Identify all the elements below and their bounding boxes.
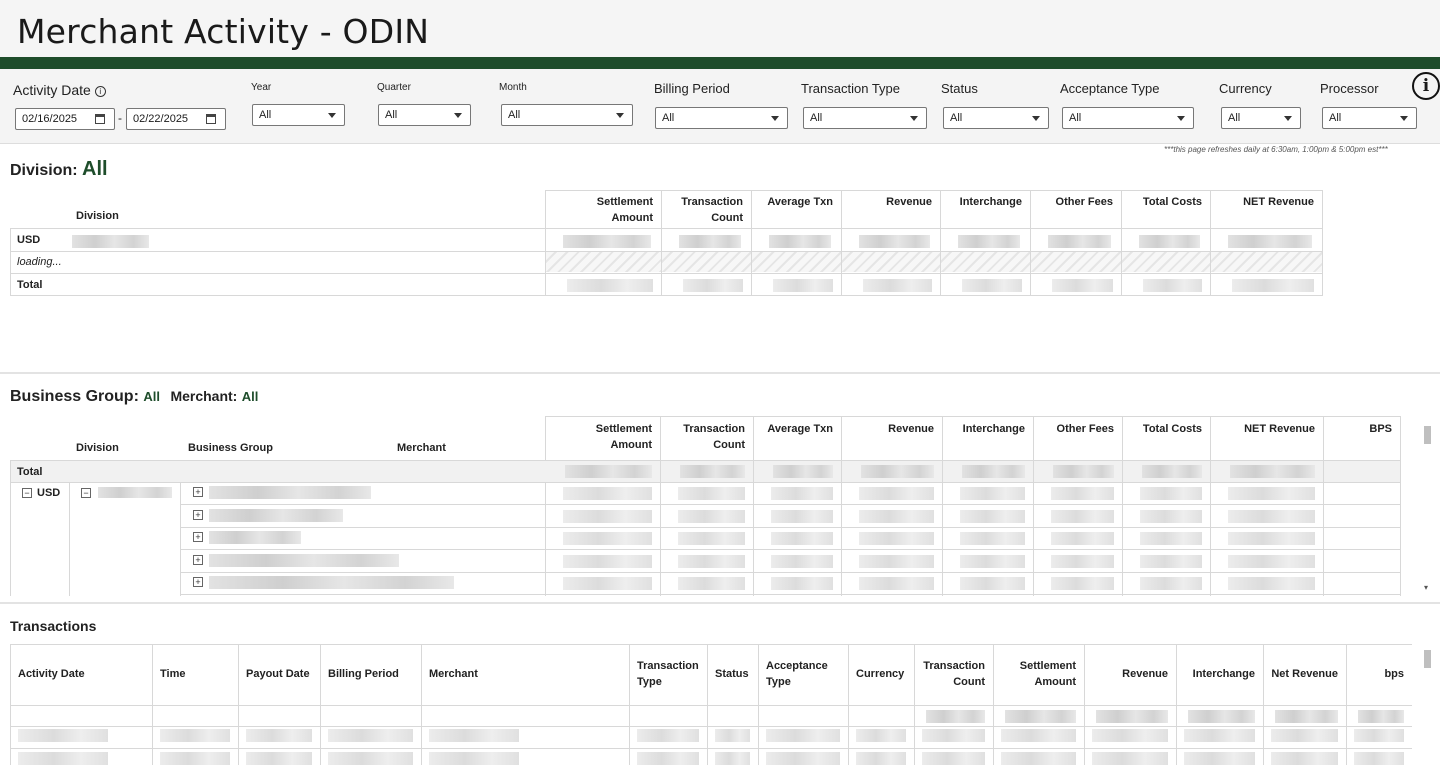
merchant-value: All — [241, 389, 259, 404]
tx-col-header[interactable]: Activity Date — [18, 666, 144, 682]
division-row-loading: loading... — [17, 256, 62, 268]
business-group-value: All — [143, 389, 160, 404]
bg-col-header[interactable]: Settlement Amount — [545, 421, 652, 453]
tx-col-header[interactable]: Settlement Amount — [1001, 658, 1076, 690]
tx-col-header[interactable]: Transaction Count — [922, 658, 985, 690]
calendar-icon[interactable] — [206, 114, 216, 124]
scrollbar-thumb[interactable] — [1424, 426, 1431, 444]
month-select[interactable]: All — [501, 104, 633, 126]
processor-label: Processor — [1320, 81, 1379, 96]
tx-col-header[interactable]: Transaction Type — [637, 658, 699, 690]
tx-col-header[interactable]: Interchange — [1184, 666, 1255, 682]
division-title: Division: All — [10, 158, 108, 180]
division-column-header: Division — [76, 210, 119, 222]
tx-col-header[interactable]: Revenue — [1092, 666, 1168, 682]
year-label: Year — [251, 82, 272, 93]
bg-currency-usd: USD — [37, 487, 61, 499]
bg-col-header[interactable]: Average Txn — [753, 421, 833, 437]
expand-icon[interactable]: + — [193, 532, 203, 542]
division-col-header[interactable]: Interchange — [940, 194, 1022, 210]
tx-col-header[interactable]: Currency — [856, 666, 906, 682]
collapse-icon[interactable]: − — [22, 488, 32, 498]
page-header: Merchant Activity - ODIN — [0, 0, 1440, 57]
currency-select[interactable]: All — [1221, 107, 1301, 129]
tx-col-header[interactable]: Billing Period — [328, 666, 413, 682]
scroll-down-icon[interactable]: ▾ — [1424, 583, 1428, 592]
expand-icon[interactable]: + — [193, 509, 203, 520]
division-row-usd: USD — [17, 234, 41, 246]
division-col-header[interactable]: NET Revenue — [1210, 194, 1314, 210]
expand-icon[interactable]: + — [193, 487, 203, 497]
division-col-header[interactable]: Other Fees — [1030, 194, 1113, 210]
header-accent-bar — [0, 57, 1440, 69]
calendar-icon[interactable] — [95, 114, 105, 124]
chevron-down-icon — [616, 113, 624, 118]
transaction-type-label: Transaction Type — [801, 81, 900, 96]
info-icon[interactable]: i — [94, 86, 106, 97]
chevron-down-icon — [328, 113, 336, 118]
bg-col-header[interactable]: Transaction Count — [660, 421, 745, 453]
date-range-separator: - — [118, 111, 122, 125]
chevron-down-icon — [1400, 116, 1408, 121]
info-icon[interactable]: i — [1412, 72, 1440, 100]
bg-merchant-header: Merchant — [397, 442, 446, 454]
processor-select[interactable]: All — [1322, 107, 1417, 129]
bg-col-header[interactable]: Interchange — [942, 421, 1025, 437]
collapse-icon[interactable]: − — [81, 488, 91, 498]
activity-date-label: Activity Date i — [13, 82, 106, 98]
year-select[interactable]: All — [252, 104, 345, 126]
refresh-note: ***this page refreshes daily at 6:30am, … — [1164, 145, 1388, 154]
acceptance-type-select[interactable]: All — [1062, 107, 1194, 129]
acceptance-type-label: Acceptance Type — [1060, 81, 1160, 96]
transaction-type-select[interactable]: All — [803, 107, 927, 129]
scrollbar-thumb[interactable] — [1424, 650, 1431, 668]
chevron-down-icon — [454, 113, 462, 118]
bg-col-header[interactable]: Revenue — [841, 421, 934, 437]
division-col-header[interactable]: Settlement Amount — [545, 194, 653, 226]
tx-col-header[interactable]: Status — [715, 666, 750, 682]
bg-business-group-header: Business Group — [188, 442, 273, 454]
chevron-down-icon — [1177, 116, 1185, 121]
bg-col-header[interactable]: NET Revenue — [1210, 421, 1315, 437]
filter-bar: Activity Date i 02/16/2025 - 02/22/2025 Y… — [0, 69, 1440, 144]
billing-period-select[interactable]: All — [655, 107, 788, 129]
tx-col-header[interactable]: Acceptance Type — [766, 658, 840, 690]
status-select[interactable]: All — [943, 107, 1049, 129]
chevron-down-icon — [771, 116, 779, 121]
month-label: Month — [499, 82, 527, 93]
tx-col-header[interactable]: Time — [160, 666, 230, 682]
tx-col-header[interactable]: Payout Date — [246, 666, 312, 682]
division-col-header[interactable]: Total Costs — [1121, 194, 1202, 210]
tx-col-header[interactable]: bps — [1354, 666, 1404, 682]
bg-col-header[interactable]: BPS — [1323, 421, 1392, 437]
bg-col-header[interactable]: Total Costs — [1122, 421, 1202, 437]
billing-period-label: Billing Period — [654, 81, 730, 96]
quarter-label: Quarter — [377, 82, 411, 93]
bg-total-row: Total — [17, 466, 43, 478]
chevron-down-icon — [1284, 116, 1292, 121]
bg-division-header: Division — [76, 442, 119, 454]
tx-col-header[interactable]: Net Revenue — [1271, 666, 1338, 682]
business-group-title: Business Group: All Merchant: All — [10, 388, 259, 405]
transactions-title: Transactions — [10, 618, 97, 634]
division-col-header[interactable]: Revenue — [841, 194, 932, 210]
division-row-total: Total — [17, 279, 43, 291]
division-col-header[interactable]: Average Txn — [751, 194, 833, 210]
activity-date-end-field[interactable]: 02/22/2025 — [126, 108, 226, 130]
expand-icon[interactable]: + — [193, 554, 203, 565]
chevron-down-icon — [910, 116, 918, 121]
page-title: Merchant Activity - ODIN — [17, 12, 430, 51]
quarter-select[interactable]: All — [378, 104, 471, 126]
activity-date-start-field[interactable]: 02/16/2025 — [15, 108, 115, 130]
bg-col-header[interactable]: Other Fees — [1033, 421, 1114, 437]
expand-icon[interactable]: + — [193, 577, 203, 587]
status-label: Status — [941, 81, 978, 96]
division-col-header[interactable]: Transaction Count — [661, 194, 743, 226]
currency-label: Currency — [1219, 81, 1272, 96]
division-value: All — [82, 158, 108, 180]
tx-col-header[interactable]: Merchant — [429, 666, 621, 682]
chevron-down-icon — [1032, 116, 1040, 121]
